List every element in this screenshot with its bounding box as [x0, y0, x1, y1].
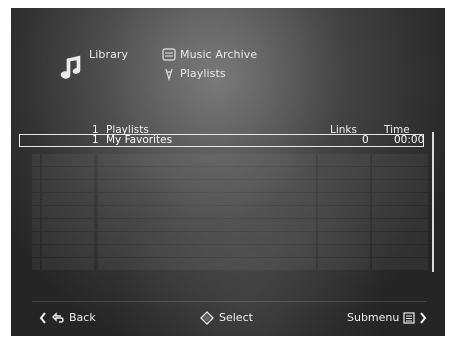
- music-note-icon: [60, 55, 81, 79]
- playlists-label[interactable]: Playlists: [180, 67, 226, 80]
- row-time: 00:00: [394, 134, 425, 146]
- table-cell: [32, 245, 40, 257]
- table-row: [32, 206, 432, 218]
- select-icon: [200, 311, 214, 325]
- table-row: [32, 167, 432, 179]
- table-row: [32, 193, 432, 205]
- chevron-left-icon: [39, 312, 46, 324]
- table-cell: [42, 167, 94, 179]
- table-row: [32, 154, 432, 166]
- back-button[interactable]: Back: [69, 311, 96, 324]
- scrollbar[interactable]: [432, 132, 434, 272]
- table-row: [32, 180, 432, 192]
- music-archive-label[interactable]: Music Archive: [180, 48, 257, 61]
- table-cell: [372, 180, 428, 192]
- table-cell: [32, 206, 40, 218]
- table-cell: [318, 206, 370, 218]
- table-row: [32, 232, 432, 244]
- table-cell: [318, 232, 370, 244]
- table-cell: [318, 154, 370, 166]
- chevron-right-icon: [420, 312, 427, 324]
- table-cell: [98, 245, 316, 257]
- table-cell: [318, 167, 370, 179]
- table-cell: [372, 167, 428, 179]
- table-cell: [372, 219, 428, 231]
- table-cell: [372, 258, 428, 270]
- table-cell: [32, 154, 40, 166]
- table-cell: [98, 180, 316, 192]
- music-archive-icon: [162, 48, 176, 61]
- table-cell: [372, 232, 428, 244]
- table-cell: [318, 180, 370, 192]
- table-row: [32, 245, 432, 257]
- select-button[interactable]: Select: [219, 311, 253, 324]
- table-cell: [42, 206, 94, 218]
- table-cell: [42, 232, 94, 244]
- table-cell: [98, 193, 316, 205]
- table-cell: [318, 193, 370, 205]
- submenu-icon: [403, 312, 415, 324]
- library-label[interactable]: Library: [89, 48, 128, 61]
- row-name: My Favorites: [106, 134, 173, 146]
- submenu-button[interactable]: Submenu: [347, 311, 399, 324]
- table-cell: [98, 206, 316, 218]
- table-cell: [32, 258, 40, 270]
- table-cell: [32, 193, 40, 205]
- table-cell: [42, 193, 94, 205]
- playlist-row-my-favorites[interactable]: 1 My Favorites 0 00:00: [19, 134, 424, 147]
- library-screen: Library Music Archive Playlists 1 Playli…: [11, 8, 445, 336]
- table-cell: [318, 258, 370, 270]
- playlists-icon: [165, 68, 173, 82]
- row-index: 1: [92, 134, 99, 146]
- row-links: 0: [362, 134, 369, 146]
- footer-divider: [32, 301, 427, 302]
- back-icon: [52, 312, 64, 323]
- table-cell: [32, 232, 40, 244]
- table-cell: [42, 154, 94, 166]
- table-cell: [98, 258, 316, 270]
- table-cell: [32, 167, 40, 179]
- table-cell: [32, 180, 40, 192]
- table-cell: [98, 154, 316, 166]
- table-row: [32, 258, 432, 270]
- table-cell: [98, 232, 316, 244]
- table-cell: [372, 154, 428, 166]
- screen-frame: Library Music Archive Playlists 1 Playli…: [0, 0, 456, 345]
- table-cell: [372, 193, 428, 205]
- table-cell: [98, 167, 316, 179]
- table-row: [32, 219, 432, 231]
- table-cell: [318, 245, 370, 257]
- table-cell: [32, 219, 40, 231]
- table-cell: [42, 180, 94, 192]
- table-cell: [42, 245, 94, 257]
- playlist-table: 1 Playlists Links Time: [32, 124, 432, 272]
- table-cell: [318, 219, 370, 231]
- table-cell: [98, 219, 316, 231]
- table-cell: [42, 219, 94, 231]
- table-cell: [372, 245, 428, 257]
- table-cell: [372, 206, 428, 218]
- table-cell: [42, 258, 94, 270]
